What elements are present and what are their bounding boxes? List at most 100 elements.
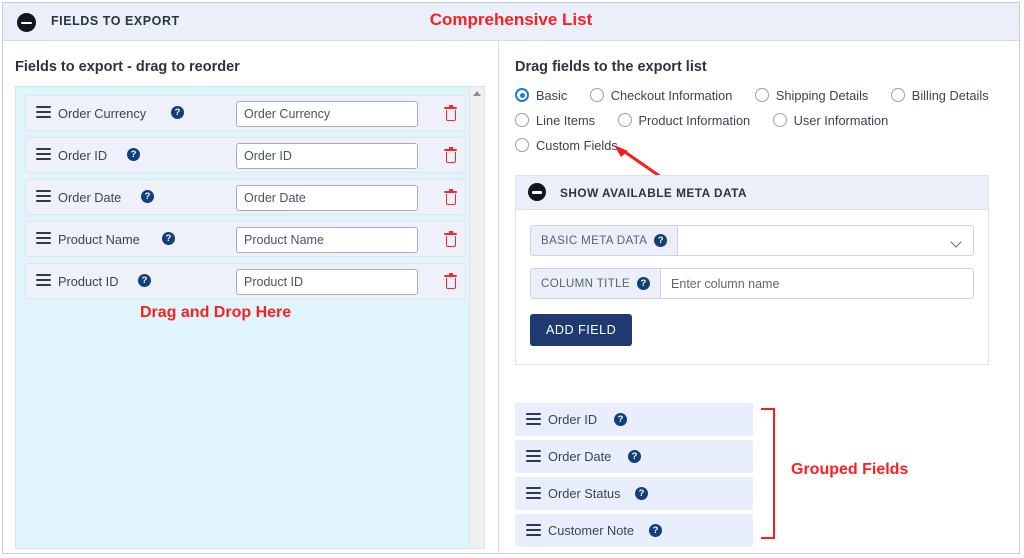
annotation-bracket [761, 408, 775, 539]
help-icon[interactable]: ? [171, 106, 184, 119]
radio-label: Basic [536, 88, 568, 103]
radio-checkout-information[interactable]: Checkout Information [589, 83, 733, 108]
radio-mark-icon [772, 113, 787, 127]
column-title-label-text: COLUMN TITLE [541, 277, 631, 290]
table-row[interactable]: Product ID ? [25, 263, 466, 299]
radio-mark-icon [515, 88, 529, 102]
radio-mark-icon [515, 138, 529, 152]
radio-row: Line Items Product Information User Info… [515, 108, 1015, 133]
grouped-field-label: Customer Note [548, 523, 635, 538]
help-icon[interactable]: ? [138, 274, 151, 287]
list-item[interactable]: Order Date ? [515, 440, 753, 473]
grouped-field-label: Order ID [548, 412, 598, 427]
radio-label: Line Items [536, 113, 596, 128]
field-title-input[interactable] [236, 101, 418, 127]
selected-fields-list: Order Currency ? Order ID ? [25, 95, 466, 305]
field-title-input[interactable] [236, 227, 418, 253]
field-title-input[interactable] [236, 185, 418, 211]
table-row[interactable]: Order ID ? [25, 137, 466, 173]
help-icon[interactable]: ? [141, 190, 154, 203]
scroll-up-arrow-icon[interactable] [473, 91, 481, 96]
annotation-grouped-fields: Grouped Fields [791, 461, 909, 478]
grouped-fields-list: Order ID ? Order Date ? Order Status ? C… [515, 403, 753, 551]
field-title-input[interactable] [236, 269, 418, 295]
meta-data-card-header: SHOW AVAILABLE META DATA [516, 176, 988, 210]
radio-label: User Information [793, 113, 889, 128]
hamburger-drag-icon[interactable] [526, 524, 541, 537]
radio-line-items[interactable]: Line Items [515, 108, 595, 133]
column-title-group: COLUMN TITLE ? [530, 268, 974, 299]
meta-data-card-body: BASIC META DATA ? COLUMN TITLE ? ADD FIE… [516, 210, 988, 364]
radio-shipping-details[interactable]: Shipping Details [754, 83, 869, 108]
help-icon[interactable]: ? [162, 232, 175, 245]
list-item[interactable]: Order ID ? [515, 403, 753, 436]
help-icon[interactable]: ? [654, 234, 668, 247]
minus-circle-icon[interactable] [528, 183, 546, 201]
help-icon[interactable]: ? [637, 277, 651, 290]
grouped-field-label: Order Date [548, 449, 612, 464]
radio-label: Checkout Information [610, 88, 733, 103]
radio-label: Billing Details [911, 88, 989, 103]
trash-icon[interactable] [444, 231, 457, 248]
help-icon[interactable]: ? [649, 524, 662, 537]
table-row[interactable]: Product Name ? [25, 221, 466, 257]
radio-basic[interactable]: Basic [515, 83, 567, 108]
left-panel: Fields to export - drag to reorder Order… [3, 41, 498, 554]
help-icon[interactable]: ? [127, 148, 140, 161]
hamburger-drag-icon[interactable] [36, 148, 51, 161]
radio-mark-icon [617, 113, 632, 127]
hamburger-drag-icon[interactable] [526, 413, 541, 426]
radio-mark-icon [890, 88, 905, 102]
field-label: Order Date [58, 190, 122, 205]
radio-custom-fields[interactable]: Custom Fields [515, 133, 618, 158]
hamburger-drag-icon[interactable] [526, 487, 541, 500]
help-icon[interactable]: ? [628, 450, 641, 463]
help-icon[interactable]: ? [614, 413, 627, 426]
annotation-comprehensive-list: Comprehensive List [429, 10, 593, 29]
radio-product-information[interactable]: Product Information [617, 108, 751, 133]
trash-icon[interactable] [444, 273, 457, 290]
radio-billing-details[interactable]: Billing Details [890, 83, 989, 108]
meta-data-card: SHOW AVAILABLE META DATA BASIC META DATA… [515, 175, 989, 365]
dropzone-scrollbar[interactable] [469, 87, 484, 548]
column-title-label: COLUMN TITLE ? [530, 268, 661, 299]
help-icon[interactable]: ? [635, 487, 648, 500]
panel-header: FIELDS TO EXPORT Comprehensive List [3, 3, 1019, 41]
table-row[interactable]: Order Date ? [25, 179, 466, 215]
hamburger-drag-icon[interactable] [36, 106, 51, 119]
right-panel: Drag fields to the export list Basic Che… [499, 41, 1021, 554]
field-label: Order Currency [58, 106, 147, 121]
trash-icon[interactable] [444, 147, 457, 164]
field-label: Order ID [58, 148, 108, 163]
left-panel-heading: Fields to export - drag to reorder [15, 59, 240, 75]
grouped-field-label: Order Status [548, 486, 621, 501]
hamburger-drag-icon[interactable] [526, 450, 541, 463]
annotation-drag-and-drop: Drag and Drop Here [140, 304, 292, 321]
table-row[interactable]: Order Currency ? [25, 95, 466, 131]
hamburger-drag-icon[interactable] [36, 190, 51, 203]
field-category-radio-group: Basic Checkout Information Shipping Deta… [515, 83, 1015, 158]
radio-row: Custom Fields [515, 133, 1015, 158]
trash-icon[interactable] [444, 105, 457, 122]
radio-mark-icon [589, 88, 604, 102]
hamburger-drag-icon[interactable] [36, 232, 51, 245]
radio-row: Basic Checkout Information Shipping Deta… [515, 83, 1015, 108]
basic-meta-data-label: BASIC META DATA ? [530, 225, 678, 256]
hamburger-drag-icon[interactable] [36, 274, 51, 287]
radio-label: Custom Fields [536, 138, 618, 153]
basic-meta-data-select[interactable] [677, 225, 974, 256]
basic-meta-data-group: BASIC META DATA ? [530, 225, 974, 256]
radio-label: Product Information [638, 113, 751, 128]
radio-label: Shipping Details [775, 88, 869, 103]
radio-user-information[interactable]: User Information [772, 108, 889, 133]
column-title-input[interactable] [660, 268, 974, 299]
add-field-button[interactable]: ADD FIELD [530, 314, 633, 346]
trash-icon[interactable] [444, 189, 457, 206]
list-item[interactable]: Customer Note ? [515, 514, 753, 547]
basic-meta-data-label-text: BASIC META DATA [541, 234, 648, 247]
radio-mark-icon [515, 113, 529, 127]
field-label: Product Name [58, 232, 140, 247]
list-item[interactable]: Order Status ? [515, 477, 753, 510]
field-title-input[interactable] [236, 143, 418, 169]
meta-data-card-title: SHOW AVAILABLE META DATA [560, 186, 747, 200]
